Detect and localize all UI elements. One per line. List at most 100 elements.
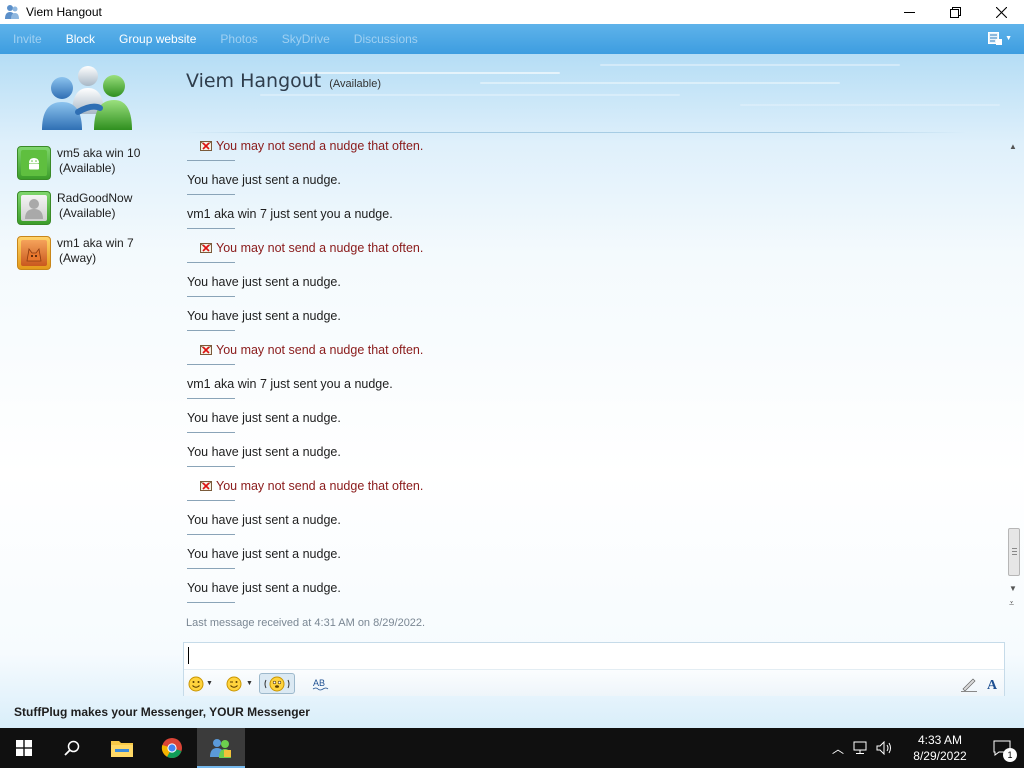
taskbar: ︿ 4:33 AM 8/29/2022 1 [0, 728, 1024, 768]
search-button[interactable] [48, 728, 96, 768]
envelope-error-icon [200, 141, 212, 151]
android-icon [29, 158, 39, 170]
restore-button[interactable] [932, 0, 978, 24]
chat-message: vm1 aka win 7 just sent you a nudge. [186, 204, 1004, 238]
warning-message: You may not send a nudge that often. [186, 340, 1004, 374]
menu-block[interactable]: Block [66, 32, 95, 46]
default-user-icon [25, 199, 43, 219]
scroll-thumb[interactable] [1008, 528, 1020, 576]
message-separator [187, 602, 235, 603]
wink-button[interactable]: ▼ [226, 673, 253, 694]
message-separator [187, 330, 235, 331]
close-button[interactable] [978, 0, 1024, 24]
spellcheck-icon: A B [312, 678, 329, 690]
taskbar-clock[interactable]: 4:33 AM 8/29/2022 [900, 732, 980, 764]
menu-bar: Invite Block Group website Photos SkyDri… [0, 24, 1024, 54]
taskbar-file-explorer[interactable] [98, 728, 146, 768]
message-text: You may not send a nudge that often. [216, 343, 424, 357]
warning-message: You may not send a nudge that often. [186, 476, 1004, 510]
chat-message: You have just sent a nudge. [186, 578, 1004, 606]
last-message-info: Last message received at 4:31 AM on 8/29… [186, 617, 426, 629]
menu-group-website[interactable]: Group website [119, 32, 196, 46]
message-separator [187, 262, 235, 263]
envelope-error-icon [200, 345, 212, 355]
message-text: You have just sent a nudge. [187, 513, 341, 527]
menu-photos[interactable]: Photos [220, 32, 257, 46]
network-icon[interactable] [852, 741, 868, 755]
handwriting-button[interactable] [960, 673, 978, 694]
menu-discussions[interactable]: Discussions [354, 32, 418, 46]
message-separator [187, 398, 235, 399]
conversation-header: Viem Hangout (Available) [186, 70, 381, 92]
contact-name: vm5 aka win 10 [57, 146, 141, 160]
font-icon: A [987, 678, 998, 692]
chevron-down-icon: ▼ [206, 680, 213, 687]
message-text: You have just sent a nudge. [187, 581, 341, 595]
conversation-window: vm5 aka win 10 (Available) RadGoodNow (A… [0, 54, 1024, 728]
font-button[interactable]: A [986, 673, 1000, 694]
contact-vm5[interactable]: vm5 aka win 10 (Available) [17, 146, 177, 186]
svg-text:B: B [319, 678, 325, 688]
contact-radgoodnow[interactable]: RadGoodNow (Available) [17, 191, 177, 231]
header-divider [186, 132, 966, 133]
message-separator [187, 160, 235, 161]
contact-name: RadGoodNow [57, 191, 133, 205]
search-icon [64, 740, 80, 756]
svg-text:A: A [987, 678, 998, 692]
message-text: vm1 aka win 7 just sent you a nudge. [187, 377, 393, 391]
chevron-down-icon: ▼ [1005, 35, 1012, 42]
nudge-button[interactable] [259, 673, 295, 694]
message-separator [187, 534, 235, 535]
chat-message: You have just sent a nudge. [186, 510, 1004, 544]
file-explorer-icon [111, 741, 133, 757]
menu-invite[interactable]: Invite [13, 32, 42, 46]
message-text: You have just sent a nudge. [187, 445, 341, 459]
contact-status: (Away) [59, 251, 97, 265]
taskbar-chrome[interactable] [148, 728, 196, 768]
message-text: You have just sent a nudge. [187, 411, 341, 425]
contact-avatar [17, 191, 51, 225]
minimize-button[interactable] [886, 0, 932, 24]
group-avatar-icon [42, 66, 132, 130]
message-separator [187, 466, 235, 467]
volume-icon[interactable] [876, 741, 894, 755]
message-text: You may not send a nudge that often. [216, 139, 424, 153]
start-button[interactable] [0, 728, 48, 768]
show-hidden-icons-icon[interactable]: ︿ [832, 740, 844, 757]
chat-message: You have just sent a nudge. [186, 306, 1004, 340]
clock-date: 8/29/2022 [913, 749, 967, 763]
message-separator [187, 296, 235, 297]
message-input[interactable]: ▼ ▼ A B A [183, 642, 1005, 696]
menu-skydrive[interactable]: SkyDrive [282, 32, 330, 46]
spellcheck-button[interactable]: A B [312, 673, 330, 694]
taskbar-messenger[interactable] [197, 728, 245, 768]
message-separator [187, 432, 235, 433]
system-tray: ︿ 4:33 AM 8/29/2022 1 [832, 728, 1024, 768]
contact-vm1[interactable]: vm1 aka win 7 (Away) [17, 236, 177, 276]
history-scrollbar[interactable]: ▲ ▼ ⩡ [1006, 136, 1022, 616]
message-separator [187, 228, 235, 229]
chat-message: You have just sent a nudge. [186, 170, 1004, 204]
header-background [180, 54, 1024, 134]
smiley-icon [188, 676, 204, 691]
message-text: You have just sent a nudge. [187, 309, 341, 323]
chevron-down-icon: ▼ [246, 680, 253, 687]
envelope-error-icon [200, 481, 212, 491]
options-menu-button[interactable]: ▼ [988, 32, 1012, 45]
window-title: Viem Hangout [26, 5, 102, 19]
message-separator [187, 364, 235, 365]
footer-banner[interactable]: StuffPlug makes your Messenger, YOUR Mes… [14, 705, 310, 719]
envelope-error-icon [200, 243, 212, 253]
contact-name: vm1 aka win 7 [57, 236, 134, 250]
participants-panel: vm5 aka win 10 (Available) RadGoodNow (A… [0, 54, 180, 704]
warning-message: You may not send a nudge that often. [186, 238, 1004, 272]
scroll-up-icon[interactable]: ▲ [1009, 142, 1017, 151]
wink-icon [226, 676, 242, 691]
warning-message: You may not send a nudge that often. [186, 136, 1004, 170]
action-center-button[interactable]: 1 [980, 728, 1024, 768]
scroll-down-icon[interactable]: ▼ [1009, 584, 1017, 593]
scroll-to-bottom-icon[interactable]: ⩡ [1009, 598, 1014, 609]
emoticon-button[interactable]: ▼ [188, 673, 213, 694]
conversation-title: Viem Hangout [186, 70, 322, 92]
message-history: You may not send a nudge that often. You … [186, 136, 1004, 606]
